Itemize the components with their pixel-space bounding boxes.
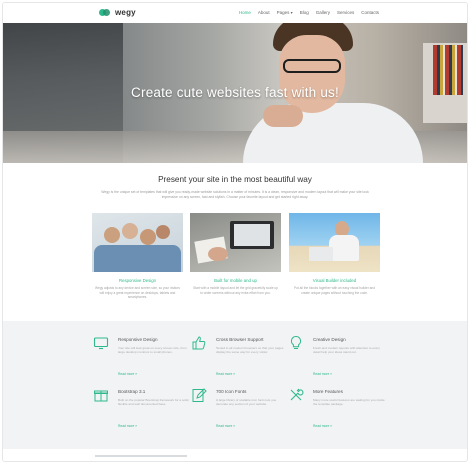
intro-text: Wegy is the unique set of templates that…	[101, 190, 369, 199]
feature-text: Tested in all modern browsers so that yo…	[216, 346, 284, 355]
site-header: wegy Home About Pages ▾ Blog Gallery Ser…	[3, 3, 467, 23]
browser-frame: wegy Home About Pages ▾ Blog Gallery Ser…	[2, 2, 468, 462]
read-more-link[interactable]: Read more »	[313, 372, 332, 376]
site-logo[interactable]: wegy	[99, 8, 136, 17]
read-more-link[interactable]: Read more »	[118, 424, 137, 428]
gift-icon	[94, 390, 108, 402]
feature-title: Creative Design	[313, 337, 346, 342]
card-visual-builder: Visual Builder included Put all the bloc…	[289, 213, 380, 295]
read-more-link[interactable]: Read more »	[216, 424, 235, 428]
hero-title: Create cute websites fast with us!	[131, 85, 339, 100]
hero-banner: Create cute websites fast with us!	[3, 23, 467, 163]
nav-item-about[interactable]: About	[258, 10, 270, 15]
next-section-divider	[95, 455, 187, 457]
nav-item-home[interactable]: Home	[239, 10, 251, 15]
logo-icon	[99, 9, 110, 16]
card-text: Put all the blocks together with an easy…	[294, 286, 375, 295]
thumbs-up-icon	[192, 336, 206, 350]
feature-text: Fresh and modern layouts with attention …	[313, 346, 380, 355]
card-title[interactable]: Responsive Design	[92, 278, 183, 283]
feature-title: Cross Browser Support	[216, 337, 264, 342]
card-mobile: Built for mobile and up Start with a mob…	[190, 213, 281, 295]
read-more-link[interactable]: Read more »	[118, 372, 137, 376]
feature-text: Many more useful features are waiting fo…	[313, 398, 385, 407]
chevron-down-icon: ▾	[290, 10, 293, 15]
read-more-link[interactable]: Read more »	[313, 424, 332, 428]
main-nav: Home About Pages ▾ Blog Gallery Services…	[239, 10, 379, 15]
brand-name: wegy	[115, 8, 136, 17]
card-text: Wegy adjusts to any device and screen si…	[95, 286, 180, 300]
card-text: Start with a mobile layout and let the g…	[193, 286, 278, 295]
nav-item-pages-label: Pages	[276, 10, 290, 15]
feature-title: Bootstrap 3.1	[118, 389, 146, 394]
nav-item-services[interactable]: Services	[337, 10, 354, 15]
card-responsive-design: Responsive Design Wegy adjusts to any de…	[92, 213, 183, 300]
nav-item-contacts[interactable]: Contacts	[361, 10, 379, 15]
card-title[interactable]: Built for mobile and up	[190, 278, 281, 283]
feature-text: Your site will look great on every scree…	[118, 346, 187, 355]
feature-text: Built on the popular Bootstrap framework…	[118, 398, 190, 407]
tools-icon	[290, 388, 304, 401]
feature-text: A large library of scalable icon fonts l…	[216, 398, 277, 407]
feature-title: More Features	[313, 389, 343, 394]
nav-item-pages[interactable]: Pages ▾	[277, 10, 293, 15]
beach-photo	[289, 213, 380, 272]
lightbulb-icon	[290, 335, 302, 349]
feature-title: Responsive Design	[118, 337, 158, 342]
showcase-cards: Responsive Design Wegy adjusts to any de…	[92, 213, 380, 309]
monitor-icon	[93, 337, 109, 350]
features-section: Responsive Design Your site will look gr…	[3, 321, 467, 449]
team-photo	[92, 213, 183, 272]
intro-title: Present your site in the most beautiful …	[158, 175, 312, 184]
edit-icon	[192, 388, 207, 402]
devices-photo	[190, 213, 281, 272]
read-more-link[interactable]: Read more »	[216, 372, 235, 376]
nav-item-gallery[interactable]: Gallery	[316, 10, 330, 15]
card-title[interactable]: Visual Builder included	[289, 278, 380, 283]
nav-item-blog[interactable]: Blog	[300, 10, 309, 15]
feature-title: 700 Icon Fonts	[216, 389, 247, 394]
